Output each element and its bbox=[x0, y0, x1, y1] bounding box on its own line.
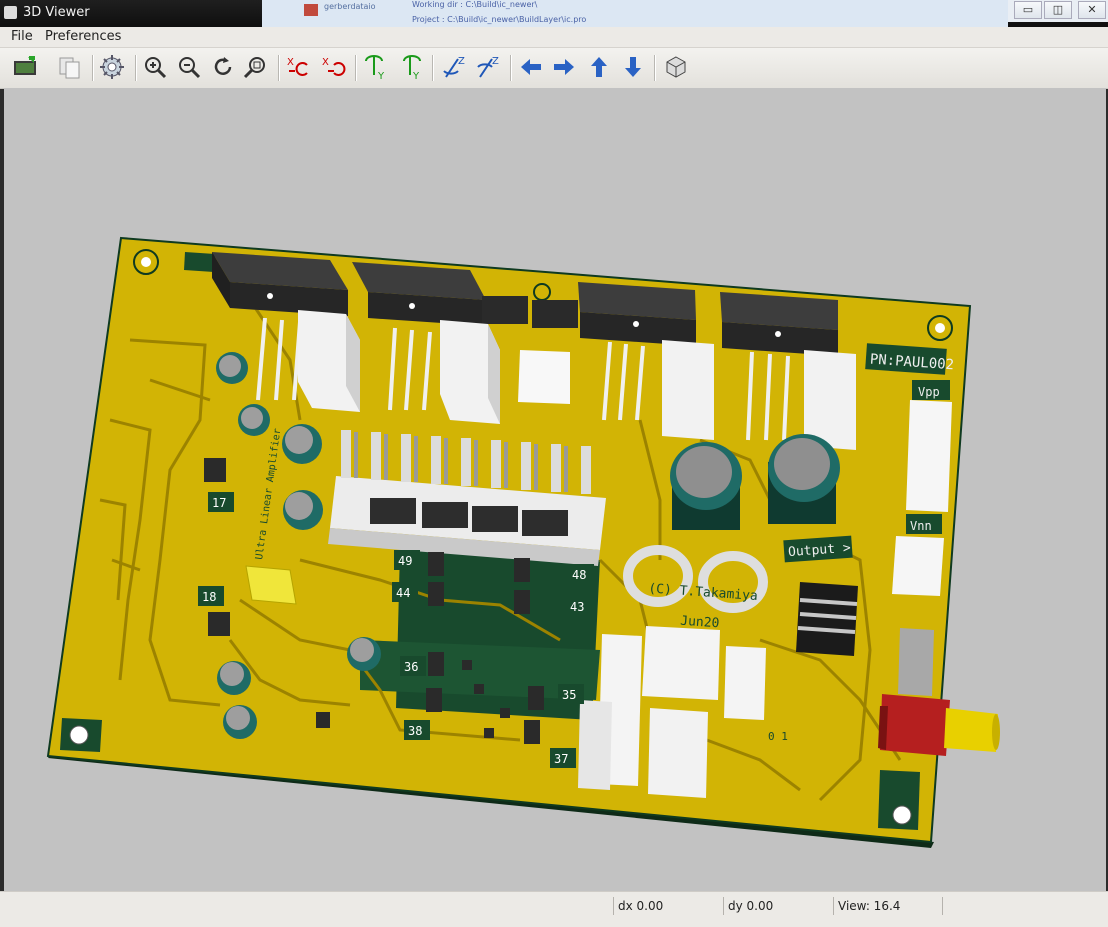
copy-to-clipboard-icon[interactable] bbox=[56, 53, 84, 81]
svg-text:Z: Z bbox=[492, 56, 499, 67]
ref-17: 17 bbox=[212, 496, 226, 510]
silk-vpp: Vpp bbox=[918, 385, 940, 399]
window-title: 3D Viewer bbox=[23, 5, 90, 20]
title-bar: 3D Viewer gerberdataio Working dir : C:\… bbox=[0, 0, 1108, 27]
ref-38: 38 bbox=[408, 724, 422, 738]
svg-text:Y: Y bbox=[377, 71, 385, 81]
rotate-y-ccw-icon[interactable]: Y bbox=[396, 53, 424, 82]
3d-viewport[interactable]: PN:PAUL002 Vpp Vnn Output > (C) T.Takami… bbox=[4, 88, 1106, 891]
zoom-out-icon[interactable] bbox=[175, 53, 203, 81]
rotate-y-cw-icon[interactable]: Y bbox=[362, 53, 390, 82]
folder-icon bbox=[304, 4, 318, 16]
toolbar-separator bbox=[355, 55, 356, 81]
move-up-icon[interactable] bbox=[585, 53, 613, 81]
background-window: gerberdataio Working dir : C:\Build\ic_n… bbox=[262, 0, 1008, 27]
status-dx: dx 0.00 bbox=[613, 897, 722, 915]
background-working-dir: Working dir : C:\Build\ic_newer\ bbox=[412, 0, 538, 9]
rotate-z-cw-icon[interactable]: Z bbox=[440, 53, 468, 81]
ref-43: 43 bbox=[570, 600, 584, 614]
move-left-icon[interactable] bbox=[517, 53, 545, 81]
rotate-x-cw-icon[interactable]: X bbox=[285, 53, 313, 81]
svg-text:X: X bbox=[322, 57, 329, 68]
svg-text:Y: Y bbox=[412, 71, 420, 81]
status-view: View: 16.4 bbox=[833, 897, 943, 915]
settings-icon[interactable] bbox=[98, 53, 126, 81]
status-dy: dy 0.00 bbox=[723, 897, 832, 915]
ref-49: 49 bbox=[398, 554, 412, 568]
rotate-x-ccw-icon[interactable]: X bbox=[320, 53, 348, 81]
window-controls: ▭ ◫ ✕ bbox=[1008, 0, 1108, 22]
ref-36: 36 bbox=[404, 660, 418, 674]
svg-text:Z: Z bbox=[458, 56, 465, 67]
menu-file[interactable]: File bbox=[11, 29, 33, 44]
zoom-fit-icon[interactable] bbox=[242, 53, 270, 81]
toolbar-separator bbox=[278, 55, 279, 81]
pcb-render: PN:PAUL002 Vpp Vnn Output > (C) T.Takami… bbox=[46, 236, 1000, 848]
silk-jumper: 0 1 bbox=[768, 730, 788, 743]
menu-preferences[interactable]: Preferences bbox=[45, 29, 121, 44]
move-right-icon[interactable] bbox=[550, 53, 578, 81]
redraw-icon[interactable] bbox=[209, 53, 237, 81]
toolbar-separator bbox=[654, 55, 655, 81]
toolbar: X X Y Y Z Z bbox=[0, 48, 1108, 89]
silk-date: Jun20 bbox=[680, 614, 720, 632]
app-icon bbox=[4, 6, 17, 19]
rectifier bbox=[796, 582, 858, 656]
silk-vnn: Vnn bbox=[910, 519, 932, 533]
ortho-view-icon[interactable] bbox=[662, 53, 690, 81]
zoom-in-icon[interactable] bbox=[141, 53, 169, 81]
ref-48: 48 bbox=[572, 568, 586, 582]
ref-37: 37 bbox=[554, 752, 568, 766]
svg-text:X: X bbox=[287, 57, 294, 68]
minimize-button[interactable]: ▭ bbox=[1014, 1, 1042, 19]
rotate-z-ccw-icon[interactable]: Z bbox=[474, 53, 502, 81]
trim-pot bbox=[245, 565, 297, 605]
ref-18: 18 bbox=[202, 590, 216, 604]
close-button[interactable]: ✕ bbox=[1078, 1, 1106, 19]
ref-44: 44 bbox=[396, 586, 410, 600]
toolbar-separator bbox=[432, 55, 433, 81]
toolbar-separator bbox=[510, 55, 511, 81]
background-tab: gerberdataio bbox=[324, 2, 376, 11]
status-bar: dx 0.00 dy 0.00 View: 16.4 bbox=[0, 891, 1108, 927]
menu-bar: File Preferences bbox=[0, 27, 1108, 48]
toolbar-separator bbox=[135, 55, 136, 81]
maximize-button[interactable]: ◫ bbox=[1044, 1, 1072, 19]
move-down-icon[interactable] bbox=[619, 53, 647, 81]
toolbar-separator bbox=[92, 55, 93, 81]
ref-35: 35 bbox=[562, 688, 576, 702]
reload-board-icon[interactable] bbox=[11, 53, 39, 81]
mask-patch bbox=[184, 252, 215, 272]
background-project: Project : C:\Build\ic_newer\BuildLayer\i… bbox=[412, 15, 587, 24]
